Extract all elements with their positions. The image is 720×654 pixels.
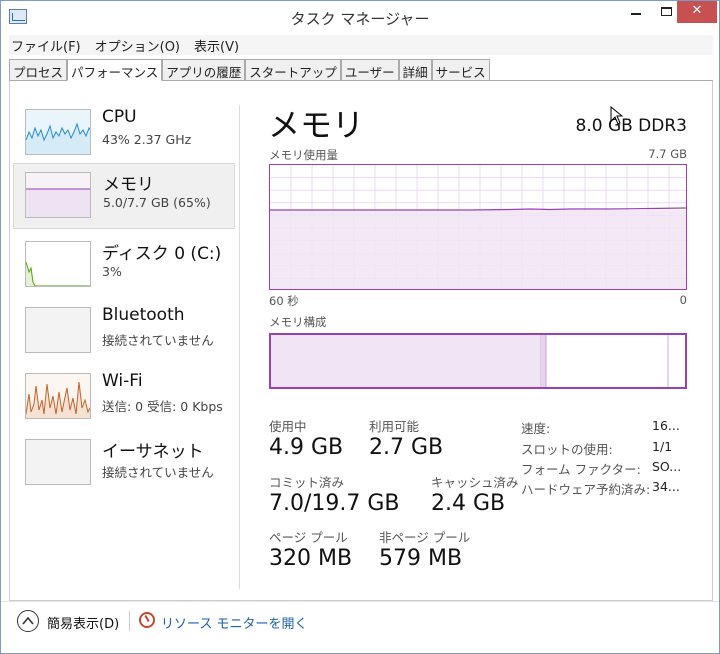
close-button[interactable]: ✕ <box>677 1 717 23</box>
sidebar-item-title: イーサネット <box>102 442 204 462</box>
paged-pool-value: 320 MB <box>269 546 353 571</box>
task-manager-window: タスク マネージャー ✕ ファイル(F) オプション(O) 表示(V) プロセス… <box>0 0 720 654</box>
available-value: 2.7 GB <box>369 435 444 460</box>
committed-label: コミット済み <box>269 475 345 490</box>
menu-view[interactable]: 表示(V) <box>192 35 241 55</box>
memory-spec: 8.0 GB DDR3 <box>575 116 688 136</box>
sidebar-item-title: Bluetooth <box>102 305 185 325</box>
composition-standby <box>547 335 668 387</box>
in-use-value: 4.9 GB <box>269 435 344 460</box>
form-factor-label: フォーム ファクター: <box>521 462 641 477</box>
composition-label: メモリ構成 <box>269 315 327 329</box>
tab-details[interactable]: 詳細 <box>398 59 432 80</box>
composition-in-use <box>271 335 541 387</box>
speed-label: 速度: <box>521 421 551 436</box>
sidebar-item-subtitle: 送信: 0 受信: 0 Kbps <box>102 399 223 414</box>
nonpaged-pool-value: 579 MB <box>379 546 463 571</box>
minimize-icon <box>631 13 641 15</box>
tab-performance[interactable]: パフォーマンス <box>67 59 163 81</box>
sidebar-item-subtitle: 43% 2.37 GHz <box>102 132 192 147</box>
sidebar-item-cpu[interactable]: CPU 43% 2.37 GHz <box>13 105 235 171</box>
slots-used-value: 1/1 <box>652 439 673 454</box>
sidebar-item-subtitle: 接続されていません <box>102 333 214 348</box>
sidebar-item-memory[interactable]: メモリ 5.0/7.7 GB (65%) <box>13 163 235 229</box>
cpu-thumbnail-graph <box>25 109 91 155</box>
tab-app-history[interactable]: アプリの履歴 <box>162 59 246 80</box>
open-resource-monitor-link[interactable]: リソース モニターを開く <box>161 613 307 632</box>
menu-bar: ファイル(F) オプション(O) 表示(V) <box>9 35 713 55</box>
in-use-label: 使用中 <box>269 419 307 434</box>
footer-divider <box>1 601 719 602</box>
sidebar-divider <box>239 105 240 589</box>
tab-users[interactable]: ユーザー <box>340 59 399 80</box>
nonpaged-pool-label: 非ページ プール <box>379 530 471 545</box>
hardware-reserved-value: 34... <box>652 479 680 494</box>
disk-thumbnail-graph <box>25 241 91 287</box>
available-label: 利用可能 <box>369 419 420 434</box>
footer-separator <box>129 611 130 631</box>
chevron-up-icon <box>22 616 34 625</box>
wifi-sparkline <box>26 374 90 418</box>
usage-graph-max: 7.7 GB <box>648 147 687 161</box>
sidebar-item-subtitle: 接続されていません <box>102 465 214 480</box>
graph-axis-right: 0 <box>679 293 687 307</box>
memory-composition-bar[interactable] <box>269 333 687 389</box>
resource-sidebar: CPU 43% 2.37 GHz メモリ 5.0/7.7 GB (65%) ディ… <box>13 101 239 591</box>
sidebar-item-wifi[interactable]: Wi-Fi 送信: 0 受信: 0 Kbps <box>13 369 235 435</box>
memory-usage-graph <box>269 164 687 290</box>
slots-used-label: スロットの使用: <box>521 442 613 457</box>
sidebar-item-title: Wi-Fi <box>102 371 143 391</box>
cached-label: キャッシュ済み <box>431 475 519 490</box>
sidebar-item-title: CPU <box>102 107 137 127</box>
memory-usage-chart <box>270 165 686 289</box>
usage-graph-label: メモリ使用量 <box>269 148 338 162</box>
menu-file[interactable]: ファイル(F) <box>9 35 83 55</box>
disk-sparkline <box>26 242 90 286</box>
bluetooth-thumbnail-graph <box>25 307 91 353</box>
sidebar-item-disk[interactable]: ディスク 0 (C:) 3% <box>13 237 235 303</box>
cached-value: 2.4 GB <box>431 491 506 516</box>
minimize-button[interactable] <box>621 1 651 23</box>
sidebar-item-subtitle: 5.0/7.7 GB (65%) <box>103 195 211 210</box>
fewer-details-label[interactable]: 簡易表示(D) <box>47 613 119 632</box>
cpu-sparkline <box>26 110 90 154</box>
maximize-icon <box>660 7 672 16</box>
tab-startup[interactable]: スタートアップ <box>245 59 341 80</box>
ethernet-thumbnail-graph <box>25 439 91 485</box>
sidebar-item-ethernet[interactable]: イーサネット 接続されていません <box>13 435 235 501</box>
paged-pool-label: ページ プール <box>269 530 348 545</box>
form-factor-value: SO... <box>652 459 682 474</box>
resource-title: メモリ <box>268 106 365 144</box>
composition-modified <box>542 335 546 387</box>
tab-processes[interactable]: プロセス <box>9 59 68 80</box>
sidebar-item-title: メモリ <box>103 175 154 195</box>
fewer-details-button[interactable] <box>17 610 39 632</box>
committed-value: 7.0/19.7 GB <box>269 491 400 516</box>
speed-value: 16... <box>652 418 680 433</box>
sidebar-item-bluetooth[interactable]: Bluetooth 接続されていません <box>13 303 235 369</box>
menu-options[interactable]: オプション(O) <box>93 35 182 55</box>
memory-thumbnail-graph <box>25 172 91 218</box>
resource-monitor-icon <box>139 612 155 628</box>
memory-composition-chart <box>271 335 669 387</box>
tab-bar: プロセス パフォーマンス アプリの履歴 スタートアップ ユーザー 詳細 サービス <box>9 59 713 81</box>
graph-axis-left: 60 秒 <box>269 294 299 308</box>
window-title: タスク マネージャー <box>290 10 430 28</box>
wifi-thumbnail-graph <box>25 373 91 419</box>
sidebar-item-title: ディスク 0 (C:) <box>102 244 222 264</box>
title-bar[interactable]: タスク マネージャー ✕ <box>1 1 719 33</box>
hardware-reserved-label: ハードウェア予約済み: <box>521 482 651 497</box>
tab-services[interactable]: サービス <box>431 59 490 80</box>
sidebar-item-subtitle: 3% <box>102 264 122 279</box>
mouse-cursor-icon <box>610 106 624 125</box>
memory-usage-area <box>270 210 686 289</box>
memory-sparkline <box>26 173 90 217</box>
